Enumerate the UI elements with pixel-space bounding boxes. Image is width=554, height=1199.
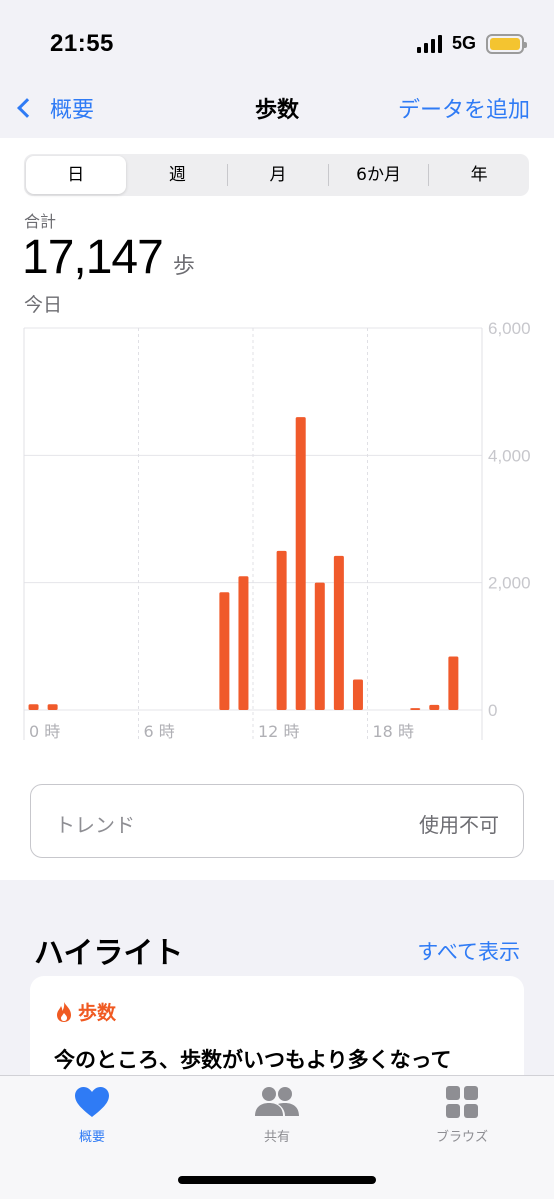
show-all-link[interactable]: すべて表示 — [417, 936, 520, 966]
people-icon — [255, 1087, 299, 1116]
add-data-button[interactable]: データを追加 — [398, 92, 530, 124]
segment-year[interactable]: 年 — [429, 156, 529, 194]
tab-summary-label: 概要 — [78, 1130, 105, 1145]
x-tick-label: 18 時 — [373, 722, 414, 741]
status-indicators: 5G — [416, 33, 527, 54]
chart-bar — [448, 656, 459, 710]
segment-day[interactable]: 日 — [26, 156, 126, 194]
chart-bar — [276, 550, 287, 710]
segment-month[interactable]: 月 — [228, 156, 328, 194]
chart-bar — [352, 679, 363, 710]
segment-6-months[interactable]: 6か月 — [329, 156, 429, 194]
chart-bar — [314, 582, 325, 710]
chart-bar — [47, 704, 58, 710]
total-steps-value: 17,147 — [22, 231, 164, 284]
trend-label: トレンド — [55, 813, 135, 837]
chart-bar — [219, 592, 230, 710]
tab-browse-label: ブラウズ — [435, 1130, 488, 1145]
status-time: 21:55 — [50, 30, 114, 57]
total-steps-unit: 歩 — [172, 254, 195, 279]
summary-label: 合計 — [24, 212, 57, 231]
tab-summary[interactable]: 概要 — [32, 1086, 152, 1145]
cellular-signal-icon — [416, 34, 442, 53]
tab-browse[interactable]: ブラウズ — [402, 1086, 522, 1145]
main-content: 日 週 月 6か月 年 合計 17,147 歩 今日 0 2,000 4,000 6,… — [0, 138, 554, 880]
x-tick-label: 12 時 — [258, 722, 299, 741]
network-type: 5G — [451, 33, 476, 53]
y-tick-label: 0 — [488, 701, 497, 720]
steps-chart[interactable]: 0 2,000 4,000 6,000 0 時 6 時 12 時 18 時 — [0, 318, 554, 748]
y-tick-label: 2,000 — [488, 574, 531, 593]
chart-bar — [410, 708, 421, 710]
chart-bar — [333, 555, 344, 710]
highlight-card-header: 歩数 — [54, 998, 116, 1025]
trend-card[interactable]: トレンド 使用不可 — [30, 784, 524, 858]
battery-icon — [486, 33, 527, 54]
date-label: 今日 — [24, 294, 63, 316]
chart-bar — [238, 576, 249, 710]
trend-status: 使用不可 — [419, 813, 499, 837]
y-tick-label: 6,000 — [488, 319, 531, 338]
y-tick-label: 4,000 — [488, 446, 531, 465]
tab-sharing[interactable]: 共有 — [217, 1086, 337, 1145]
flame-icon — [57, 1001, 71, 1022]
highlight-text: 今のところ、歩数がいつもより多くなって — [54, 1048, 452, 1072]
steps-bar-chart: 0 2,000 4,000 6,000 0 時 6 時 12 時 18 時 — [23, 319, 531, 741]
grid-icon — [446, 1086, 478, 1118]
segment-week[interactable]: 週 — [128, 156, 228, 194]
highlight-category: 歩数 — [78, 1002, 117, 1024]
tab-sharing-label: 共有 — [263, 1130, 290, 1145]
home-indicator — [178, 1176, 376, 1184]
navigation-bar: 概要 歩数 データを追加 — [0, 80, 554, 138]
period-segmented-control: 日 週 月 6か月 年 — [24, 154, 529, 196]
chart-bar — [295, 417, 306, 710]
back-button-label: 概要 — [50, 98, 95, 123]
x-tick-label: 6 時 — [144, 722, 175, 741]
x-tick-label: 0 時 — [29, 722, 60, 741]
heart-icon — [75, 1087, 109, 1117]
back-button[interactable]: 概要 — [12, 92, 94, 124]
highlights-title: ハイライト — [34, 936, 184, 971]
chart-bar — [429, 704, 440, 710]
chart-bar — [28, 704, 39, 710]
total-steps: 17,147 歩 — [22, 230, 195, 285]
chevron-left-icon — [17, 98, 37, 118]
status-bar: 21:55 5G — [0, 0, 554, 80]
